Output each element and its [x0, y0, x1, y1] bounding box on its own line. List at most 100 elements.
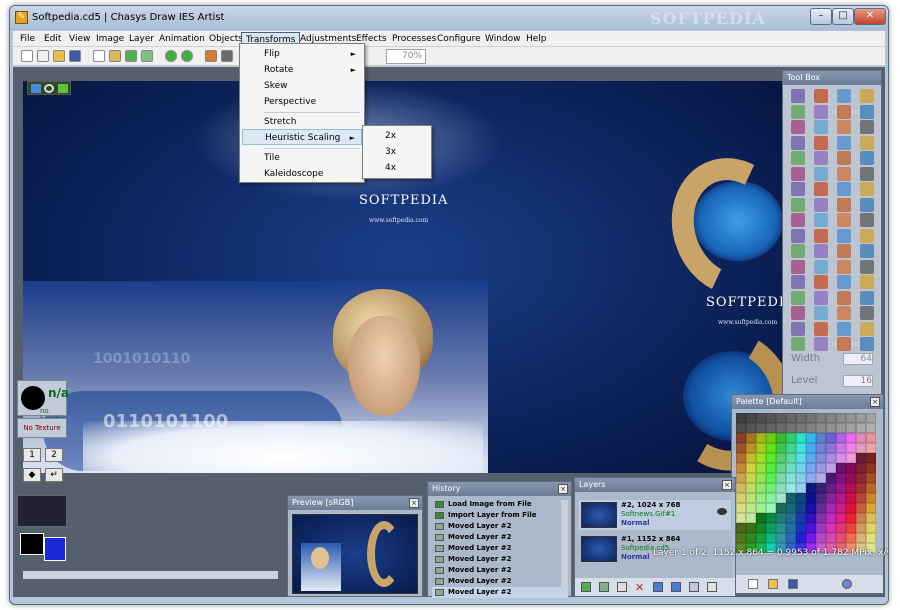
toolbox-tool-icon[interactable]	[791, 182, 805, 196]
palette-swatch[interactable]	[746, 423, 756, 433]
palette-swatch[interactable]	[796, 493, 806, 503]
foreground-color-swatch[interactable]	[20, 533, 44, 555]
toolbox-tool-icon[interactable]	[814, 306, 828, 320]
palette-swatch[interactable]	[756, 493, 766, 503]
zoom-input[interactable]: 70%	[386, 49, 426, 64]
toolbox-tool-icon[interactable]	[860, 166, 874, 181]
toolbox-tool-icon[interactable]	[837, 166, 851, 181]
palette-swatch[interactable]	[786, 413, 796, 423]
palette-swatch[interactable]	[856, 503, 866, 513]
palette-swatch[interactable]	[796, 483, 806, 493]
undo-icon[interactable]	[165, 50, 177, 62]
palette-swatch[interactable]	[836, 483, 846, 493]
palette-swatch[interactable]	[776, 413, 786, 423]
toolbox-tool-icon[interactable]	[837, 275, 851, 289]
toolbox-tool-icon[interactable]	[814, 259, 828, 274]
palette-swatch[interactable]	[846, 523, 856, 533]
toolbox-tool-icon[interactable]	[791, 151, 805, 165]
toolbox-tool-icon[interactable]	[791, 104, 805, 119]
palette-swatch[interactable]	[806, 443, 816, 453]
palette-swatch[interactable]	[756, 453, 766, 463]
palette-swatch[interactable]	[796, 513, 806, 523]
wand-icon[interactable]	[205, 50, 217, 62]
palette-swatch[interactable]	[826, 463, 836, 473]
toolbox-tool-icon[interactable]	[814, 135, 828, 150]
palette-swatch[interactable]	[826, 493, 836, 503]
palette-swatch[interactable]	[816, 443, 826, 453]
toolbox-tool-icon[interactable]	[791, 120, 805, 134]
history-item[interactable]: Moved Layer #2	[432, 565, 568, 576]
palette-swatch[interactable]	[846, 413, 856, 423]
menu-item-heuristic-scaling[interactable]: Heuristic Scaling ►	[242, 129, 362, 145]
palette-swatch[interactable]	[766, 513, 776, 523]
history-item[interactable]: Moved Layer #2	[432, 543, 568, 554]
palette-swatch[interactable]	[806, 533, 816, 543]
palette-swatch[interactable]	[826, 503, 836, 513]
palette-swatch[interactable]	[776, 473, 786, 483]
palette-swatch[interactable]	[766, 483, 776, 493]
menu-item-kaleidoscope[interactable]: Kaleidoscope	[242, 166, 362, 182]
palette-swatch[interactable]	[746, 483, 756, 493]
palette-swatch[interactable]	[786, 483, 796, 493]
toolbox-tool-icon[interactable]	[860, 89, 874, 103]
palette-swatch[interactable]	[816, 503, 826, 513]
palette-swatch[interactable]	[836, 453, 846, 463]
palette-swatch[interactable]	[746, 513, 756, 523]
palette-swatch[interactable]	[786, 473, 796, 483]
palette-swatch[interactable]	[856, 473, 866, 483]
palette-swatch[interactable]	[756, 513, 766, 523]
palette-swatch[interactable]	[796, 523, 806, 533]
menu-configure[interactable]: Configure	[433, 32, 485, 46]
palette-swatch[interactable]	[776, 523, 786, 533]
toolbox-tool-icon[interactable]	[791, 166, 805, 181]
palette-swatch[interactable]	[866, 473, 876, 483]
palette-swatch[interactable]	[816, 493, 826, 503]
palette-swatch[interactable]	[806, 513, 816, 523]
toolbox-tool-icon[interactable]	[814, 166, 828, 181]
palette-swatch[interactable]	[836, 493, 846, 503]
palette-swatch[interactable]	[816, 433, 826, 443]
palette-swatch[interactable]	[736, 443, 746, 453]
menu-item-perspective[interactable]: Perspective	[242, 94, 362, 110]
toolbox-tool-icon[interactable]	[814, 275, 828, 289]
palette-swatch[interactable]	[806, 523, 816, 533]
save-palette-icon[interactable]	[788, 579, 798, 589]
toolbox-tool-icon[interactable]	[791, 321, 805, 336]
palette-swatch[interactable]	[766, 503, 776, 513]
palette-grid[interactable]	[736, 413, 876, 553]
toolbox-tool-icon[interactable]	[791, 213, 805, 227]
toolbox-tool-icon[interactable]	[860, 120, 874, 134]
palette-swatch[interactable]	[846, 453, 856, 463]
palette-swatch[interactable]	[846, 433, 856, 443]
toolbox-tool-icon[interactable]	[837, 228, 851, 243]
add-layer-icon[interactable]	[581, 582, 591, 592]
toolbox-tool-icon[interactable]	[814, 228, 828, 243]
palette-swatch[interactable]	[736, 433, 746, 443]
palette-swatch[interactable]	[836, 533, 846, 543]
palette-swatch[interactable]	[776, 493, 786, 503]
menu-item-rotate[interactable]: Rotate ►	[242, 62, 362, 78]
scale-3x-item[interactable]: 3x	[365, 144, 429, 160]
palette-swatch[interactable]	[836, 513, 846, 523]
palette-swatch[interactable]	[826, 433, 836, 443]
palette-swatch[interactable]	[736, 523, 746, 533]
toolbox-tool-icon[interactable]	[791, 228, 805, 243]
palette-swatch[interactable]	[836, 443, 846, 453]
toolbox-tool-icon[interactable]	[837, 104, 851, 119]
palette-swatch[interactable]	[756, 503, 766, 513]
layer-row-2[interactable]: #2, 1024 x 768 Softnews.Gif#1 Normal	[579, 500, 731, 530]
palette-swatch[interactable]	[866, 493, 876, 503]
toolbox-tool-icon[interactable]	[814, 89, 828, 103]
image-icon[interactable]	[31, 84, 41, 93]
palette-swatch[interactable]	[846, 483, 856, 493]
palette-swatch[interactable]	[846, 513, 856, 523]
palette-swatch[interactable]	[806, 493, 816, 503]
palette-swatch[interactable]	[746, 533, 756, 543]
brush-shape-button[interactable]: ◆	[23, 468, 41, 482]
palette-swatch[interactable]	[816, 423, 826, 433]
palette-swatch[interactable]	[756, 483, 766, 493]
layers-close-icon[interactable]: ×	[722, 480, 732, 490]
palette-swatch[interactable]	[756, 443, 766, 453]
palette-swatch[interactable]	[736, 483, 746, 493]
palette-swatch[interactable]	[826, 483, 836, 493]
